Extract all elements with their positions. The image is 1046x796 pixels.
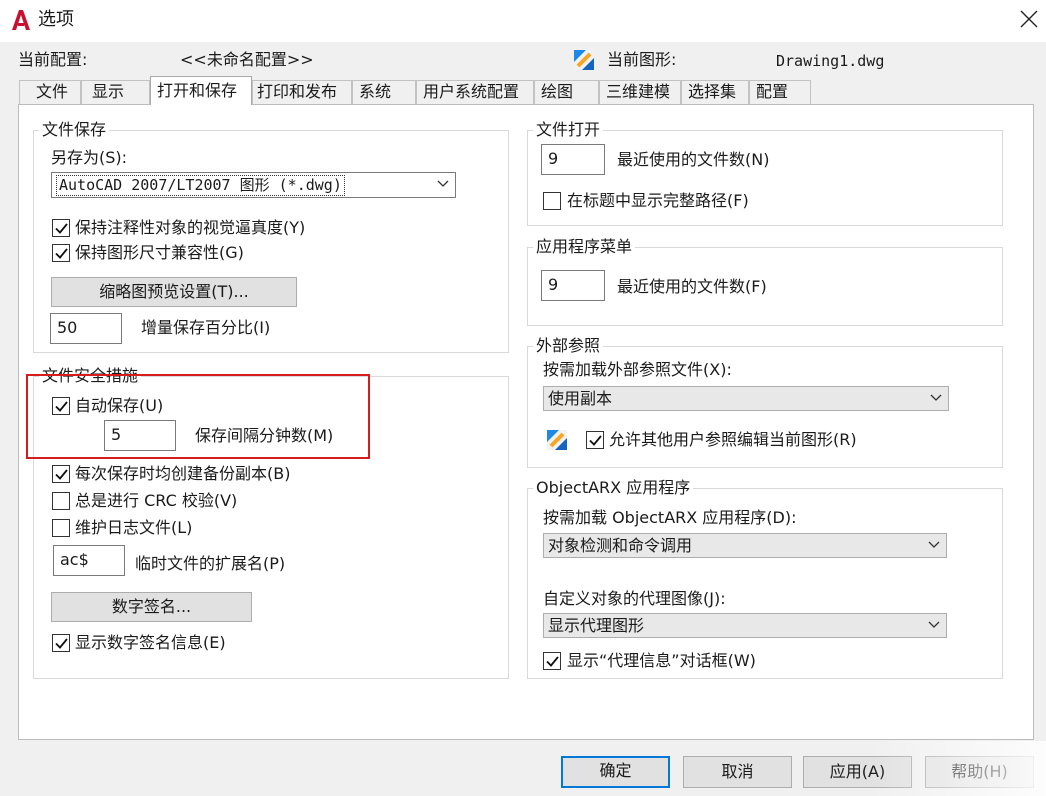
backup-copy-label: 每次保存时均创建备份副本(B) — [75, 464, 291, 483]
visual-fidelity-checkbox[interactable] — [52, 219, 70, 237]
arx-demand-load-value: 对象检测和命令调用 — [548, 536, 693, 555]
recent-files-label: 最近使用的文件数(N) — [617, 150, 770, 169]
tab-label: 绘图 — [541, 82, 574, 101]
menu-recent-files-input[interactable]: 9 — [541, 270, 605, 301]
current-drawing-label: 当前图形: — [607, 50, 677, 69]
xref-demand-load-select[interactable]: 使用副本 — [543, 386, 949, 411]
crc-check-label: 总是进行 CRC 校验(V) — [75, 491, 238, 510]
arx-demand-load-select[interactable]: 对象检测和命令调用 — [543, 533, 947, 558]
chevron-down-icon — [928, 621, 940, 628]
show-signature-label: 显示数字签名信息(E) — [75, 633, 226, 652]
tab-system[interactable]: 系统 — [352, 80, 416, 104]
thumbnail-settings-button[interactable]: 缩略图预览设置(T)... — [51, 277, 297, 307]
current-profile-value: <<未命名配置>> — [180, 50, 314, 69]
checkmark-icon — [55, 223, 68, 234]
ok-button[interactable]: 确定 — [561, 756, 670, 788]
arx-demand-load-label: 按需加载 ObjectARX 应用程序(D): — [543, 508, 797, 527]
log-file-label: 维护日志文件(L) — [75, 518, 193, 537]
tab-label: 文件 — [36, 82, 69, 101]
digital-signature-button[interactable]: 数字签名... — [51, 592, 252, 622]
proxy-dialog-checkbox[interactable] — [543, 652, 561, 670]
menu-recent-files-label: 最近使用的文件数(F) — [617, 277, 767, 296]
tab-open-and-save[interactable]: 打开和保存 — [150, 76, 252, 105]
xref-demand-load-label: 按需加载外部参照文件(X): — [543, 360, 732, 379]
tab-label: 系统 — [359, 82, 392, 101]
tab-label: 显示 — [92, 82, 125, 101]
drawing-size-label: 保持图形尺寸兼容性(G) — [75, 243, 244, 262]
drawing-size-checkbox[interactable] — [52, 244, 70, 262]
app-menu-title: 应用程序菜单 — [533, 237, 636, 257]
checkmark-icon — [589, 435, 602, 446]
chevron-down-icon — [930, 394, 942, 401]
save-as-label: 另存为(S): — [51, 148, 128, 167]
checkmark-icon — [546, 656, 559, 667]
allow-xref-edit-checkbox[interactable] — [586, 431, 604, 449]
cancel-button[interactable]: 取消 — [683, 756, 792, 788]
checkmark-icon — [55, 469, 68, 480]
current-drawing-value: Drawing1.dwg — [776, 52, 885, 70]
tab-3d-modeling[interactable]: 三维建模 — [599, 80, 681, 104]
xref-demand-load-value: 使用副本 — [548, 389, 613, 408]
backup-copy-checkbox[interactable] — [52, 465, 70, 483]
tab-selection[interactable]: 选择集 — [681, 80, 749, 104]
file-open-title: 文件打开 — [533, 120, 604, 140]
proxy-images-label: 自定义对象的代理图像(J): — [543, 589, 726, 608]
tab-user-preferences[interactable]: 用户系统配置 — [416, 80, 534, 104]
tab-plot-and-publish[interactable]: 打印和发布 — [252, 80, 352, 104]
proxy-images-select[interactable]: 显示代理图形 — [543, 613, 947, 638]
apply-button[interactable]: 应用(A) — [803, 756, 912, 788]
drawing-file-icon — [574, 50, 594, 70]
tab-files[interactable]: 文件 — [19, 80, 81, 104]
save-as-value: AutoCAD 2007/LT2007 图形 (*.dwg) — [56, 175, 345, 196]
full-path-label: 在标题中显示完整路径(F) — [567, 191, 749, 210]
temp-extension-label: 临时文件的扩展名(P) — [135, 554, 286, 573]
save-as-select[interactable]: AutoCAD 2007/LT2007 图形 (*.dwg) — [51, 172, 456, 198]
tab-label: 打开和保存 — [157, 81, 238, 100]
chevron-down-icon — [437, 180, 449, 187]
tab-label: 配置 — [756, 82, 789, 101]
checkmark-icon — [55, 248, 68, 259]
tab-drafting[interactable]: 绘图 — [534, 80, 599, 104]
incremental-save-label: 增量保存百分比(I) — [141, 318, 271, 337]
title-bar: 选项 — [0, 0, 1046, 42]
incremental-save-input[interactable]: 50 — [50, 313, 122, 344]
objectarx-title: ObjectARX 应用程序 — [533, 478, 694, 498]
help-button[interactable]: 帮助(H) — [925, 756, 1034, 788]
tab-label: 选择集 — [688, 82, 737, 101]
tab-label: 三维建模 — [606, 82, 671, 101]
show-signature-checkbox[interactable] — [52, 634, 70, 652]
chevron-down-icon — [928, 541, 940, 548]
recent-files-input[interactable]: 9 — [541, 144, 605, 175]
proxy-dialog-label: 显示“代理信息”对话框(W) — [567, 651, 756, 670]
drawing-file-icon — [547, 430, 567, 450]
temp-extension-input[interactable]: ac$ — [53, 545, 125, 576]
checkmark-icon — [55, 638, 68, 649]
tab-display[interactable]: 显示 — [81, 80, 150, 104]
file-save-title: 文件保存 — [39, 120, 110, 140]
tab-profiles[interactable]: 配置 — [749, 80, 811, 104]
full-path-checkbox[interactable] — [543, 192, 561, 210]
window-title: 选项 — [38, 9, 74, 30]
log-file-checkbox[interactable] — [52, 519, 70, 537]
current-profile-label: 当前配置: — [18, 50, 88, 69]
visual-fidelity-label: 保持注释性对象的视觉逼真度(Y) — [75, 218, 306, 237]
proxy-images-value: 显示代理图形 — [548, 616, 645, 635]
allow-xref-edit-label: 允许其他用户参照编辑当前图形(R) — [609, 430, 857, 449]
tab-label: 打印和发布 — [257, 82, 338, 101]
crc-check-checkbox[interactable] — [52, 492, 70, 510]
tab-label: 用户系统配置 — [423, 82, 520, 101]
highlight-annotation — [26, 374, 370, 459]
close-icon[interactable] — [1018, 8, 1040, 30]
autocad-logo-icon — [12, 10, 30, 30]
xref-title: 外部参照 — [533, 336, 604, 356]
